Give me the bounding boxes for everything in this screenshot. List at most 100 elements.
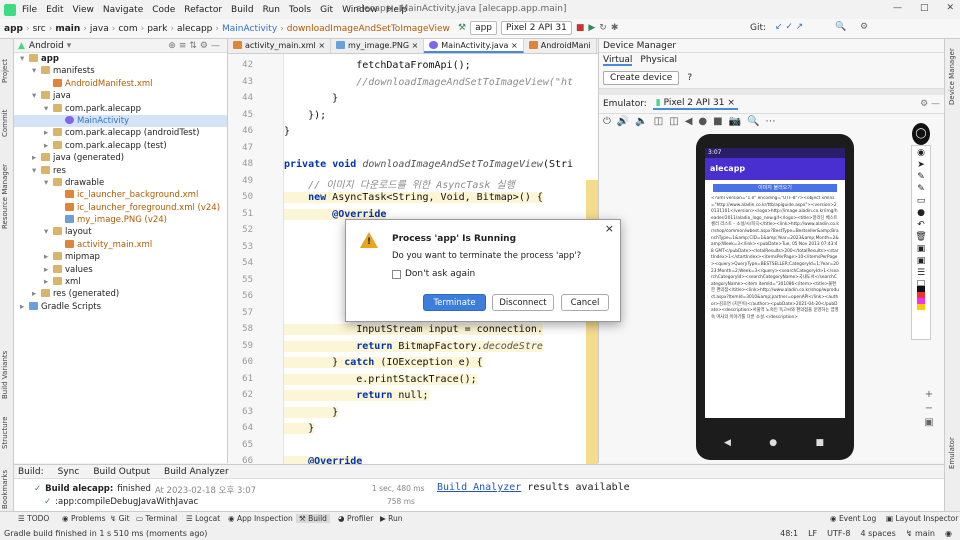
cursor-position[interactable]: 48:1 (780, 529, 798, 538)
chevron-icon[interactable]: ▾ (44, 226, 53, 238)
profiler-tool-button[interactable]: ◕ Profiler (338, 514, 373, 523)
create-device-button[interactable]: Create device (603, 71, 680, 85)
emulator-screen[interactable]: 3:07 alecapp 이미지 불러오기 <?xml version="1.0… (705, 148, 845, 418)
indent-setting[interactable]: 4 spaces (860, 529, 895, 538)
menu-git[interactable]: Git (320, 5, 333, 15)
chevron-icon[interactable]: ▾ (20, 53, 29, 65)
device-manager-tool-tab[interactable]: Device Manager (948, 45, 956, 105)
tree-item[interactable]: ▾ layout (14, 226, 227, 238)
tree-item[interactable]: ▸ xml (14, 276, 227, 288)
tree-item[interactable]: ▸ com.park.alecapp (androidTest) (14, 127, 227, 139)
layout-inspector-tool-button[interactable]: ▣ Layout Inspector (886, 514, 958, 523)
breadcrumb-item[interactable]: main (55, 24, 80, 34)
chevron-icon[interactable]: ▸ (32, 152, 41, 164)
zoom-controls[interactable]: + − ▣ (922, 388, 936, 430)
app-inspection-tool-button[interactable]: ◉ App Inspection (228, 514, 293, 523)
chevron-icon[interactable]: ▸ (44, 140, 53, 152)
breadcrumb-item[interactable]: park (147, 24, 167, 34)
run-icon[interactable]: ▶ (588, 23, 595, 33)
device-select[interactable]: Pixel 2 API 31 (501, 21, 572, 35)
tree-item[interactable]: activity_main.xml (14, 239, 227, 251)
chevron-icon[interactable]: ▸ (32, 288, 41, 300)
back-nav-icon[interactable]: ◀ (724, 438, 731, 448)
git-update-icon[interactable]: ↙ ✓ ↗ (775, 22, 803, 32)
dot-icon[interactable]: ● (917, 208, 925, 218)
help-icon[interactable]: ? (687, 73, 692, 83)
tree-item[interactable]: ▾ drawable (14, 177, 227, 189)
breadcrumb-item[interactable]: downloadImageAndSetToImageView (287, 24, 450, 34)
hammer-icon[interactable]: ⚒ (458, 23, 466, 33)
chevron-icon[interactable]: ▸ (44, 251, 53, 263)
stop-icon[interactable]: ■ (576, 23, 585, 33)
eye-icon[interactable]: ◉ (917, 148, 925, 158)
menu-tools[interactable]: Tools (289, 5, 311, 15)
tree-item[interactable]: ▸ com.park.alecapp (test) (14, 140, 227, 152)
dialog-close-icon[interactable]: × (605, 222, 614, 235)
menu-view[interactable]: View (73, 5, 94, 15)
vcs-branch[interactable]: ↯ main (906, 529, 935, 538)
tree-item[interactable]: ▸ Gradle Scripts (14, 301, 227, 313)
lock-icon[interactable]: ◉ (945, 529, 952, 538)
emulator-toolbar[interactable]: ⏻🔊🔈◫◫◀●■📷🔍⋯ (599, 114, 944, 129)
recents-nav-icon[interactable]: ■ (815, 438, 824, 448)
debug-icon[interactable]: ✱ (611, 23, 619, 33)
emulator-device-tab[interactable]: ▮ Pixel 2 API 31 × (652, 98, 738, 110)
tree-item[interactable]: ▾ com.park.alecapp (14, 103, 227, 115)
breadcrumb-item[interactable]: java (90, 24, 109, 34)
panel-actions-icon[interactable]: ⊕≡⇅⚙— (168, 41, 223, 51)
tree-item[interactable]: ic_launcher_foreground.xml (v24) (14, 202, 227, 214)
eraser-icon[interactable]: ▭ (917, 196, 926, 206)
tab-sync[interactable]: Sync (58, 467, 80, 477)
rerun-icon[interactable]: ↻ (599, 23, 607, 33)
build-variants-tab[interactable]: Build Variants (1, 339, 9, 399)
run-config-select[interactable]: app (470, 21, 498, 35)
project-view-select[interactable]: Android (29, 41, 64, 51)
home-nav-icon[interactable]: ● (769, 438, 777, 448)
minimize-icon[interactable]: — (893, 3, 902, 13)
marker-icon[interactable]: ✎ (917, 184, 925, 194)
maximize-icon[interactable]: □ (920, 3, 929, 13)
file-encoding[interactable]: UTF-8 (827, 529, 850, 538)
tree-item[interactable]: ▾ res (14, 165, 227, 177)
build-tool-button[interactable]: ⚒ Build (296, 514, 330, 523)
cancel-button[interactable]: Cancel (561, 294, 609, 311)
tab-activity-main[interactable]: activity_main.xml × (228, 39, 332, 53)
tree-item[interactable]: my_image.PNG (v24) (14, 214, 227, 226)
commit-tool-tab[interactable]: Commit (1, 97, 9, 138)
chevron-icon[interactable]: ▾ (32, 165, 41, 177)
problems-tool-button[interactable]: ◉ Problems (62, 514, 106, 523)
todo-tool-button[interactable]: ☰ TODO (18, 514, 49, 523)
tree-item[interactable]: ▸ res (generated) (14, 288, 227, 300)
stack-icon[interactable]: ☰ (917, 268, 925, 278)
chevron-icon[interactable]: ▾ (44, 103, 53, 115)
menu-code[interactable]: Code (152, 5, 175, 15)
pointer-icon[interactable]: ➤ (917, 160, 925, 170)
menu-refactor[interactable]: Refactor (184, 5, 222, 15)
tree-item[interactable]: ▾ java (14, 90, 227, 102)
chevron-icon[interactable]: ▾ (32, 65, 41, 77)
terminal-tool-button[interactable]: ▭ Terminal (136, 514, 177, 523)
disconnect-button[interactable]: Disconnect (492, 294, 554, 311)
load-image-button[interactable]: 이미지 불러오기 (713, 184, 837, 192)
emulator-settings-icon[interactable]: ⚙ — (920, 99, 940, 109)
build-analyzer-link[interactable]: Build Analyzer (437, 482, 521, 493)
emulator-tool-tab[interactable]: Emulator (948, 419, 956, 469)
chevron-down-icon[interactable]: ▾ (67, 41, 72, 51)
breadcrumb-item[interactable]: com (118, 24, 137, 34)
search-icon[interactable]: 🔍 (835, 22, 846, 32)
logcat-tool-button[interactable]: ☰ Logcat (186, 514, 220, 523)
chevron-icon[interactable]: ▸ (44, 264, 53, 276)
chevron-icon[interactable]: ▾ (44, 177, 53, 189)
breadcrumb-item[interactable]: src (33, 24, 46, 34)
tree-item[interactable]: MainActivity (14, 114, 227, 128)
pen-icon[interactable]: ✎ (917, 172, 925, 182)
breadcrumb-item[interactable]: app (4, 24, 23, 34)
tab-build-analyzer[interactable]: Build Analyzer (164, 467, 229, 477)
resource-manager-tab[interactable]: Resource Manager (1, 149, 9, 229)
chevron-icon[interactable]: ▸ (44, 127, 53, 139)
tree-item[interactable]: ▾ manifests (14, 65, 227, 77)
chevron-icon[interactable]: ▾ (32, 90, 41, 102)
breadcrumb-item[interactable]: alecapp (177, 24, 212, 34)
breadcrumb-item[interactable]: MainActivity (222, 24, 277, 34)
tree-item[interactable]: ▸ java (generated) (14, 152, 227, 164)
